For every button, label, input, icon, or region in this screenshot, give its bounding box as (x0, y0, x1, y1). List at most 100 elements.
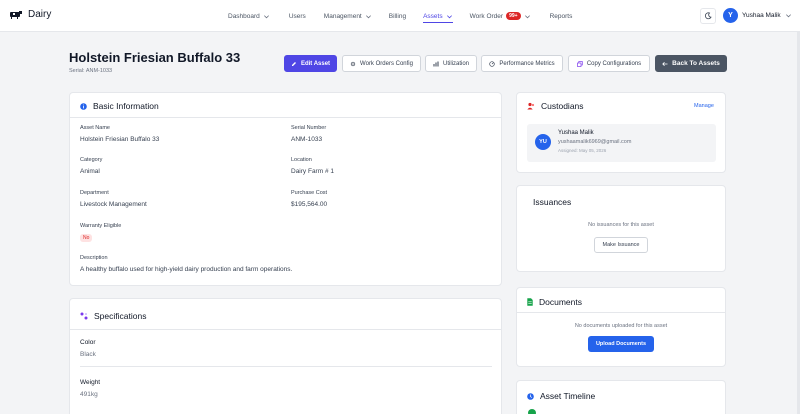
custodian-avatar: YU (535, 134, 551, 150)
serial-number-value: ANM-1033 (291, 136, 323, 143)
chevron-down-icon (446, 14, 452, 18)
edit-asset-label: Edit Asset (300, 60, 331, 67)
nav-label: Users (288, 12, 306, 20)
avatar: Y (723, 8, 738, 23)
info-icon (80, 102, 87, 110)
category-label: Category (80, 157, 103, 163)
theme-toggle-button[interactable] (700, 8, 716, 24)
cow-logo-icon (10, 11, 22, 19)
category-value: Animal (80, 168, 100, 175)
top-navbar: Dairy Dashboard Users Management Billing… (0, 0, 800, 32)
divider (70, 329, 501, 330)
card-title-text: Custodians (541, 101, 584, 111)
nav-item-assets[interactable]: Assets (423, 0, 453, 32)
basic-information-card (69, 92, 502, 286)
custodian-name: Yushaa Malik (558, 130, 594, 136)
timeline-dot-icon (528, 409, 536, 414)
chevron-down-icon (785, 14, 791, 18)
edit-icon (291, 61, 296, 66)
asset-timeline-heading: Asset Timeline (527, 391, 595, 401)
nav-label: Billing (388, 12, 407, 20)
main-nav: Dashboard Users Management Billing Asset… (228, 0, 572, 32)
performance-metrics-label: Performance Metrics (499, 60, 555, 67)
divider (517, 312, 725, 313)
nav-item-dashboard[interactable]: Dashboard (228, 0, 270, 32)
department-label: Department (80, 190, 109, 196)
work-order-count-badge: 99+ (506, 12, 521, 20)
issuances-empty-text: No issuances for this asset (588, 222, 654, 228)
manage-custodians-link[interactable]: Manage (694, 103, 714, 109)
copy-icon (576, 60, 583, 67)
nav-item-billing[interactable]: Billing (389, 0, 406, 32)
copy-configurations-label: Copy Configurations (586, 60, 642, 67)
documents-heading: Documents (527, 297, 582, 307)
document-icon (527, 298, 533, 306)
brand-name: Dairy (28, 9, 52, 20)
description-label: Description (80, 255, 108, 261)
user-menu[interactable]: Y Yushaa Malik (723, 8, 792, 23)
card-title-text: Asset Timeline (540, 391, 596, 401)
nav-item-management[interactable]: Management (324, 0, 372, 32)
weight-label: Weight (80, 379, 101, 386)
card-title-text: Basic Information (93, 101, 159, 111)
chevron-down-icon (263, 14, 269, 18)
nav-label: Assets (423, 12, 443, 20)
serial-number-label: Serial Number (291, 125, 327, 131)
serial-subtitle: Serial: ANM-1033 (69, 68, 113, 74)
chevron-down-icon (365, 14, 371, 18)
asset-name-label: Asset Name (80, 125, 110, 131)
nav-item-reports[interactable]: Reports (550, 0, 573, 32)
bar-chart-icon (433, 61, 439, 66)
users-icon (527, 102, 535, 110)
color-value: Black (80, 351, 96, 358)
nav-item-users[interactable]: Users (289, 0, 306, 32)
nav-item-work-order[interactable]: Work Order 99+ (470, 0, 531, 32)
purchase-cost-label: Purchase Cost (291, 190, 328, 196)
user-name: Yushaa Malik (742, 12, 781, 19)
divider (80, 366, 492, 367)
custodians-heading: Custodians (527, 101, 584, 111)
card-title-text: Documents (539, 297, 582, 307)
warranty-eligible-label: Warranty Eligible (80, 223, 122, 229)
specifications-heading: Specifications (80, 311, 146, 321)
work-orders-config-label: Work Orders Config (360, 60, 413, 67)
settings-dots-icon (80, 312, 88, 320)
asset-name-value: Holstein Friesian Buffalo 33 (80, 136, 160, 143)
moon-icon (704, 12, 712, 20)
department-value: Livestock Management (80, 201, 147, 208)
custodian-item: YU Yushaa Malik yushaamalik6969@gmail.co… (527, 124, 716, 162)
page-title: Holstein Friesian Buffalo 33 (69, 50, 241, 65)
copy-configurations-button[interactable]: Copy Configurations (568, 55, 650, 72)
brand[interactable]: Dairy (9, 9, 51, 20)
basic-information-heading: Basic Information (80, 101, 159, 111)
weight-value: 491kg (80, 391, 98, 398)
location-label: Location (291, 157, 312, 163)
edit-asset-button[interactable]: Edit Asset (284, 55, 337, 72)
upload-documents-button[interactable]: Upload Documents (588, 336, 654, 352)
custodian-email: yushaamalik6969@gmail.com (558, 139, 632, 145)
nav-label: Reports (549, 12, 573, 20)
nav-label: Management (323, 12, 362, 20)
utilization-label: Utilization (442, 60, 469, 67)
make-issuance-button[interactable]: Make Issuance (594, 237, 648, 253)
nav-label: Dashboard (228, 12, 260, 20)
documents-empty-text: No documents uploaded for this asset (574, 323, 668, 329)
divider (70, 117, 501, 118)
location-value: Dairy Farm # 1 (291, 168, 334, 175)
card-title-text: Specifications (94, 311, 147, 321)
purchase-cost-value: $195,564.00 (291, 201, 328, 208)
description-value: A healthy buffalo used for high-yield da… (80, 266, 293, 273)
performance-metrics-button[interactable]: Performance Metrics (481, 55, 563, 72)
color-label: Color (80, 339, 96, 346)
custodian-assigned-date: Assigned: May 05, 2026 (558, 148, 607, 153)
chevron-down-icon (524, 14, 530, 18)
back-to-assets-label: Back To Assets (672, 60, 720, 67)
utilization-button[interactable]: Utilization (425, 55, 477, 72)
work-orders-config-button[interactable]: Work Orders Config (342, 55, 421, 72)
gauge-icon (489, 60, 495, 67)
back-to-assets-button[interactable]: Back To Assets (655, 55, 727, 72)
warranty-status-badge: No (80, 234, 93, 242)
clock-icon (527, 392, 534, 400)
issuances-heading: Issuances (533, 197, 572, 207)
arrow-left-icon (662, 61, 668, 66)
